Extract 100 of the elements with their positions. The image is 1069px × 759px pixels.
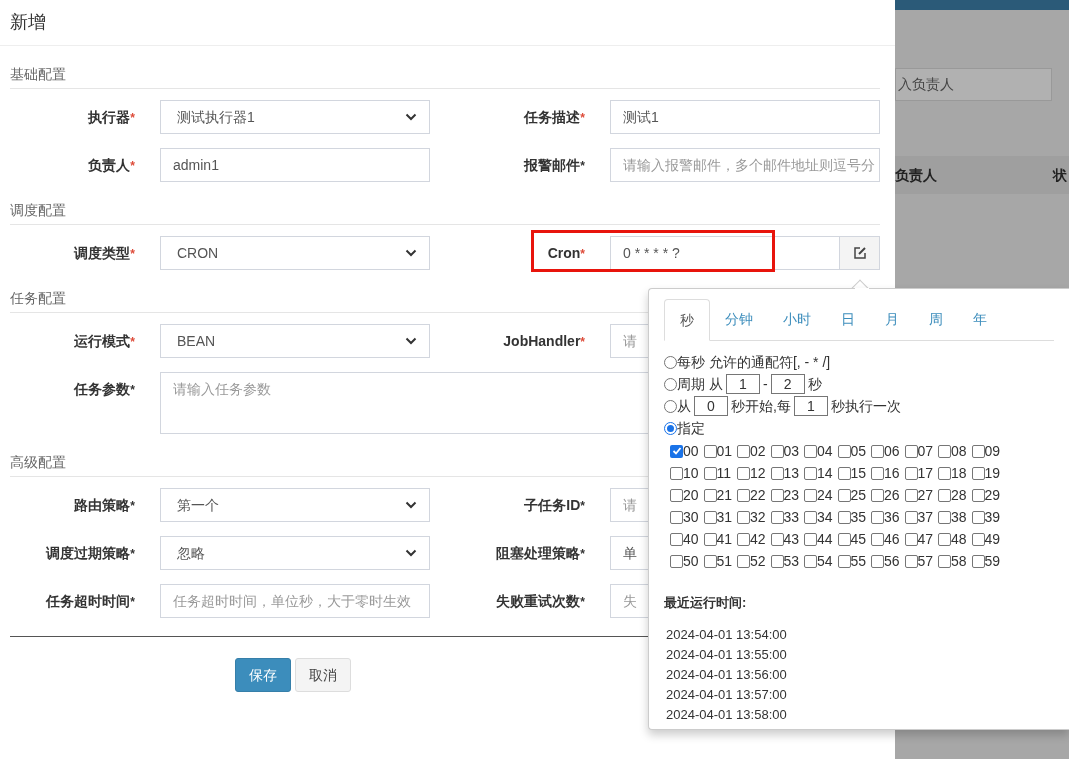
checkbox[interactable] xyxy=(670,532,683,546)
second-label: 59 xyxy=(984,551,1001,571)
checkbox[interactable] xyxy=(938,466,951,480)
required-mark: * xyxy=(580,333,585,351)
second-label: 18 xyxy=(951,463,967,483)
number-field[interactable]: 1 xyxy=(793,396,828,416)
checkbox[interactable] xyxy=(938,554,951,568)
tab[interactable]: 小时 xyxy=(768,298,826,340)
checkbox[interactable] xyxy=(737,510,750,524)
checkbox[interactable] xyxy=(703,466,717,480)
edit-button[interactable] xyxy=(840,236,880,270)
second-label: 51 xyxy=(716,551,733,571)
checkbox[interactable] xyxy=(770,488,784,502)
checkbox[interactable] xyxy=(804,466,817,480)
checkbox[interactable] xyxy=(971,510,985,524)
checkbox[interactable] xyxy=(670,444,683,458)
second-label: 53 xyxy=(783,551,800,571)
checkbox[interactable] xyxy=(737,554,750,568)
checkbox[interactable] xyxy=(871,488,884,502)
field-label: 任务描述 xyxy=(524,107,581,127)
second-label: 04 xyxy=(817,441,833,461)
select-field[interactable]: BEAN xyxy=(160,324,430,358)
checkbox[interactable] xyxy=(703,444,717,458)
select-field[interactable]: CRON xyxy=(160,236,430,270)
tab[interactable]: 分钟 xyxy=(710,298,768,340)
number-field[interactable]: 0 xyxy=(694,396,728,416)
tab[interactable]: 年 xyxy=(958,298,1002,340)
checkbox[interactable] xyxy=(837,532,851,546)
checkbox[interactable] xyxy=(670,554,683,568)
checkbox[interactable] xyxy=(837,554,851,568)
checkbox[interactable] xyxy=(871,444,884,458)
checkbox[interactable] xyxy=(971,554,985,568)
checkbox[interactable] xyxy=(904,466,918,480)
second-label: 55 xyxy=(850,551,867,571)
checkbox[interactable] xyxy=(904,488,918,502)
checkbox[interactable] xyxy=(770,466,784,480)
input-field[interactable]: admin1 xyxy=(160,148,430,182)
checkbox[interactable] xyxy=(904,510,918,524)
second-label: 54 xyxy=(817,551,833,571)
checkbox[interactable] xyxy=(737,488,750,502)
input-field[interactable]: 测试1 xyxy=(610,100,880,134)
checkbox[interactable] xyxy=(837,510,851,524)
checkbox[interactable] xyxy=(670,488,683,502)
select-field[interactable]: 忽略 xyxy=(160,536,430,570)
checkbox[interactable] xyxy=(971,444,985,458)
cancel-button[interactable]: 取消 xyxy=(295,658,351,692)
checkbox[interactable] xyxy=(737,532,750,546)
checkbox[interactable] xyxy=(938,488,951,502)
checkbox[interactable] xyxy=(938,444,951,458)
second-label: 36 xyxy=(884,507,900,527)
checkbox[interactable] xyxy=(938,532,951,546)
checkbox[interactable] xyxy=(871,554,884,568)
checkbox[interactable] xyxy=(971,532,985,546)
tab[interactable]: 月 xyxy=(870,298,914,340)
second-label: 16 xyxy=(884,463,900,483)
checkbox[interactable] xyxy=(703,510,717,524)
checkbox[interactable] xyxy=(904,532,918,546)
checkbox[interactable] xyxy=(703,532,717,546)
select-field[interactable]: 测试执行器1 xyxy=(160,100,430,134)
checkbox[interactable] xyxy=(837,488,851,502)
checkbox[interactable] xyxy=(804,444,817,458)
checkbox[interactable] xyxy=(971,466,985,480)
checkbox[interactable] xyxy=(770,444,784,458)
checkbox[interactable] xyxy=(737,466,750,480)
input-field[interactable]: 0 * * * * ? xyxy=(610,236,840,270)
checkbox[interactable] xyxy=(703,488,717,502)
field-label: 执行器 xyxy=(88,107,131,127)
checkbox[interactable] xyxy=(670,510,683,524)
checkbox[interactable] xyxy=(904,444,918,458)
tab[interactable]: 日 xyxy=(826,298,870,340)
checkbox[interactable] xyxy=(804,510,817,524)
checkbox[interactable] xyxy=(971,488,985,502)
required-mark: * xyxy=(580,545,585,563)
second-label: 27 xyxy=(917,485,934,505)
checkbox[interactable] xyxy=(871,466,884,480)
tab[interactable]: 周 xyxy=(914,298,958,340)
checkbox[interactable] xyxy=(737,444,750,458)
checkbox[interactable] xyxy=(804,532,817,546)
checkbox[interactable] xyxy=(703,554,717,568)
select-field[interactable]: 第一个 xyxy=(160,488,430,522)
checkbox[interactable] xyxy=(770,510,784,524)
number-field[interactable]: 2 xyxy=(770,374,805,394)
checkbox[interactable] xyxy=(770,554,784,568)
checkbox[interactable] xyxy=(770,532,784,546)
second-label: 50 xyxy=(683,551,699,571)
checkbox[interactable] xyxy=(871,510,884,524)
checkbox[interactable] xyxy=(938,510,951,524)
save-button[interactable]: 保存 xyxy=(235,658,291,692)
checkbox[interactable] xyxy=(804,554,817,568)
tab[interactable]: 秒 xyxy=(664,299,710,341)
checkbox[interactable] xyxy=(804,488,817,502)
checkbox[interactable] xyxy=(670,466,683,480)
checkbox[interactable] xyxy=(871,532,884,546)
checkbox[interactable] xyxy=(837,466,851,480)
checkbox[interactable] xyxy=(904,554,918,568)
run-time: 2024-04-01 13:54:00 xyxy=(666,626,788,644)
recent-runs-title: 最近运行时间: xyxy=(664,595,747,610)
number-field[interactable]: 1 xyxy=(725,374,760,394)
checkbox[interactable] xyxy=(837,444,851,458)
section-title: 任务配置 xyxy=(10,290,66,306)
